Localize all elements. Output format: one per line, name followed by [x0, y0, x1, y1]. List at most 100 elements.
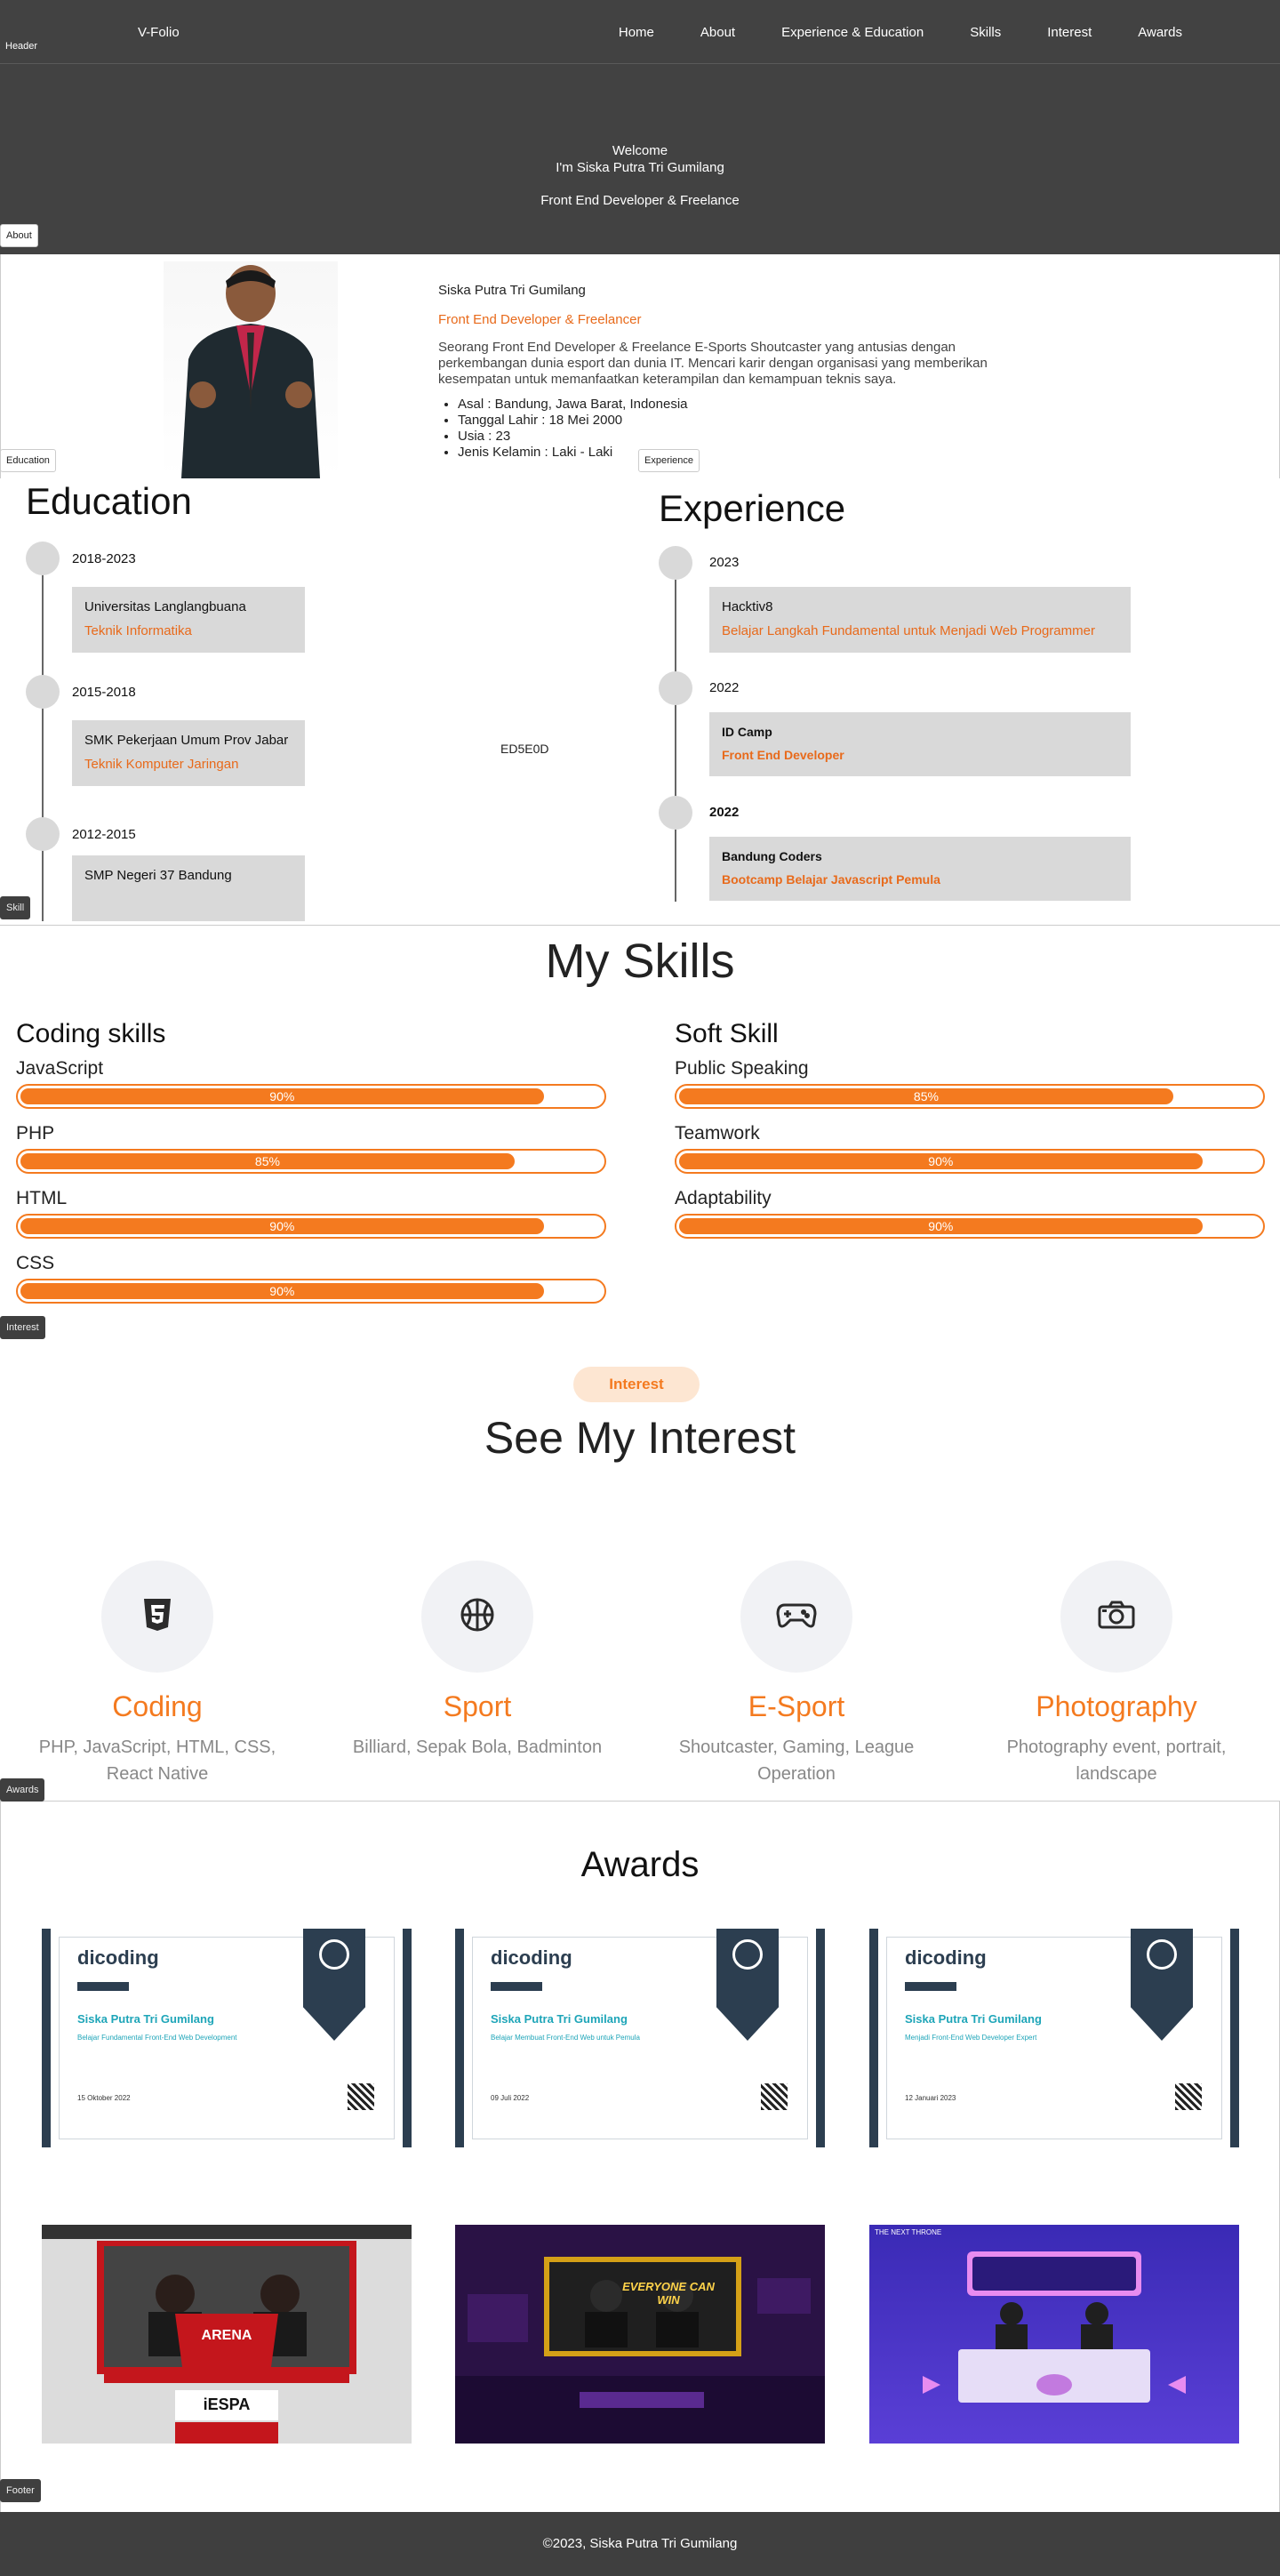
award-photo-arena[interactable]: ARENA iESPA: [42, 2225, 412, 2444]
skill-progress-fill: 90%: [20, 1088, 544, 1104]
skill-name: Teamwork: [675, 1123, 760, 1144]
certificate-name: Siska Putra Tri Gumilang: [77, 2012, 214, 2026]
section-tag-education: Education: [0, 449, 56, 472]
certificate-ribbon: [303, 1929, 365, 2041]
experience-desc: Belajar Langkah Fundamental untuk Menjad…: [722, 623, 1095, 638]
timeline-dot: [659, 671, 692, 705]
experience-year: 2022: [709, 805, 740, 820]
skill-name: Public Speaking: [675, 1058, 809, 1079]
interest-icon-circle: [740, 1561, 852, 1673]
certificate-logo: dicoding: [905, 1946, 987, 1969]
section-tag-awards: Awards: [0, 1778, 45, 1802]
timeline-dot: [659, 546, 692, 580]
stream-photo-illustration: [455, 2225, 825, 2444]
detail-gender: Jenis Kelamin : Laki - Laki: [458, 445, 1043, 461]
soft-skills-title: Soft Skill: [675, 1019, 779, 1048]
skill-progress-fill: 90%: [20, 1218, 544, 1234]
person-illustration: [181, 265, 320, 478]
main-nav: Home About Experience & Education Skills…: [619, 25, 1182, 40]
timeline-dot: [26, 542, 60, 575]
certificate-course: Menjadi Front-End Web Developer Expert: [905, 2034, 1037, 2042]
nav-experience-education[interactable]: Experience & Education: [781, 25, 924, 40]
education-timeline-line: [42, 558, 44, 921]
timeline-dot: [26, 675, 60, 709]
experience-org: ID Camp: [722, 725, 772, 739]
hero-role: Front End Developer & Freelance: [540, 193, 740, 208]
qr-code-icon: [1175, 2083, 1202, 2110]
hero-intro: I'm Siska Putra Tri Gumilang: [556, 160, 724, 175]
certificate-course: Belajar Fundamental Front-End Web Develo…: [77, 2034, 237, 2042]
section-tag-header: Header: [5, 41, 38, 52]
certificate-name: Siska Putra Tri Gumilang: [491, 2012, 628, 2026]
education-major: Teknik Komputer Jaringan: [84, 757, 239, 772]
experience-card: Bandung Coders Bootcamp Belajar Javascri…: [709, 837, 1131, 901]
award-photo-everyone-can-win[interactable]: EVERYONE CAN WIN: [455, 2225, 825, 2444]
hero-welcome: Welcome: [612, 143, 668, 158]
certificate-date: 12 Januari 2023: [905, 2094, 956, 2102]
html5-icon: [142, 1598, 172, 1636]
profile-photo: [164, 261, 338, 478]
skill-progress-fill: 85%: [679, 1088, 1173, 1104]
footer-copyright: ©2023, Siska Putra Tri Gumilang: [542, 2536, 738, 2551]
timeline-dot: [659, 796, 692, 830]
camera-icon: [1097, 1600, 1136, 1634]
nav-about[interactable]: About: [700, 25, 735, 40]
gamepad-icon: [776, 1600, 817, 1634]
certificate-card[interactable]: dicoding Siska Putra Tri Gumilang Menjad…: [869, 1929, 1239, 2147]
skill-name: CSS: [16, 1253, 55, 1273]
nav-skills[interactable]: Skills: [970, 25, 1001, 40]
detail-origin: Asal : Bandung, Jawa Barat, Indonesia: [458, 397, 1043, 413]
interest-icon-circle: [421, 1561, 533, 1673]
experience-org: Bandung Coders: [722, 849, 822, 863]
about-info: Siska Putra Tri Gumilang Front End Devel…: [438, 283, 1043, 461]
throne-caption: THE NEXT THRONE: [875, 2228, 942, 2236]
skill-name: HTML: [16, 1188, 68, 1208]
experience-title: Experience: [659, 487, 846, 529]
experience-timeline-line: [675, 562, 676, 902]
award-photo-next-throne[interactable]: THE NEXT THRONE: [869, 2225, 1239, 2444]
skill-progress-bar: 90%: [16, 1279, 606, 1304]
certificate-seal-icon: [1147, 1939, 1177, 1970]
skill-name: PHP: [16, 1123, 55, 1144]
certificate-name: Siska Putra Tri Gumilang: [905, 2012, 1042, 2026]
skill-item: Public Speaking 85%: [675, 1058, 1265, 1109]
skill-progress-bar: 85%: [16, 1149, 606, 1174]
qr-code-icon: [761, 2083, 788, 2110]
interest-name: Coding: [112, 1690, 203, 1722]
certificate-date: 15 Oktober 2022: [77, 2094, 131, 2102]
about-section: Siska Putra Tri Gumilang Front End Devel…: [0, 254, 1280, 478]
interest-name: E-Sport: [748, 1690, 845, 1722]
about-description: Seorang Front End Developer & Freelance …: [438, 340, 988, 387]
education-card: SMP Negeri 37 Bandung: [72, 855, 305, 921]
certificate-date: 09 Juli 2022: [491, 2094, 530, 2102]
skill-name: JavaScript: [16, 1058, 104, 1079]
qr-code-icon: [348, 2083, 374, 2110]
skill-progress-bar: 90%: [16, 1214, 606, 1239]
about-name: Siska Putra Tri Gumilang: [438, 283, 586, 298]
interest-icon-circle: [101, 1561, 213, 1673]
site-header: V-Folio Header Home About Experience & E…: [0, 0, 1280, 64]
skill-progress-fill: 85%: [20, 1153, 515, 1169]
site-footer: ©2023, Siska Putra Tri Gumilang: [0, 2512, 1280, 2576]
nav-interest[interactable]: Interest: [1047, 25, 1092, 40]
skill-item: HTML 90%: [16, 1188, 606, 1239]
education-school: SMK Pekerjaan Umum Prov Jabar: [84, 733, 289, 748]
skill-item: Teamwork 90%: [675, 1123, 1265, 1174]
center-note: ED5E0D: [500, 742, 549, 756]
certificate-card[interactable]: dicoding Siska Putra Tri Gumilang Belaja…: [42, 1929, 412, 2147]
certificate-card[interactable]: dicoding Siska Putra Tri Gumilang Belaja…: [455, 1929, 825, 2147]
soft-skills: Soft Skill Public Speaking 85% Teamwork …: [675, 1019, 1265, 1253]
interest-item-esport: E-Sport Shoutcaster, Gaming, League Oper…: [663, 1561, 930, 1787]
about-role: Front End Developer & Freelancer: [438, 312, 642, 327]
brand-logo[interactable]: V-Folio: [138, 25, 180, 40]
interest-name: Sport: [443, 1690, 512, 1722]
interest-desc: PHP, JavaScript, HTML, CSS, React Native: [38, 1737, 276, 1784]
experience-card: ID Camp Front End Developer: [709, 712, 1131, 776]
interest-desc: Photography event, portrait, landscape: [1006, 1737, 1227, 1784]
nav-awards[interactable]: Awards: [1138, 25, 1182, 40]
skill-progress-bar: 90%: [16, 1084, 606, 1109]
certificate-seal-icon: [732, 1939, 763, 1970]
certificate-tag: [77, 1982, 129, 1991]
nav-home[interactable]: Home: [619, 25, 654, 40]
interest-icon-circle: [1060, 1561, 1172, 1673]
